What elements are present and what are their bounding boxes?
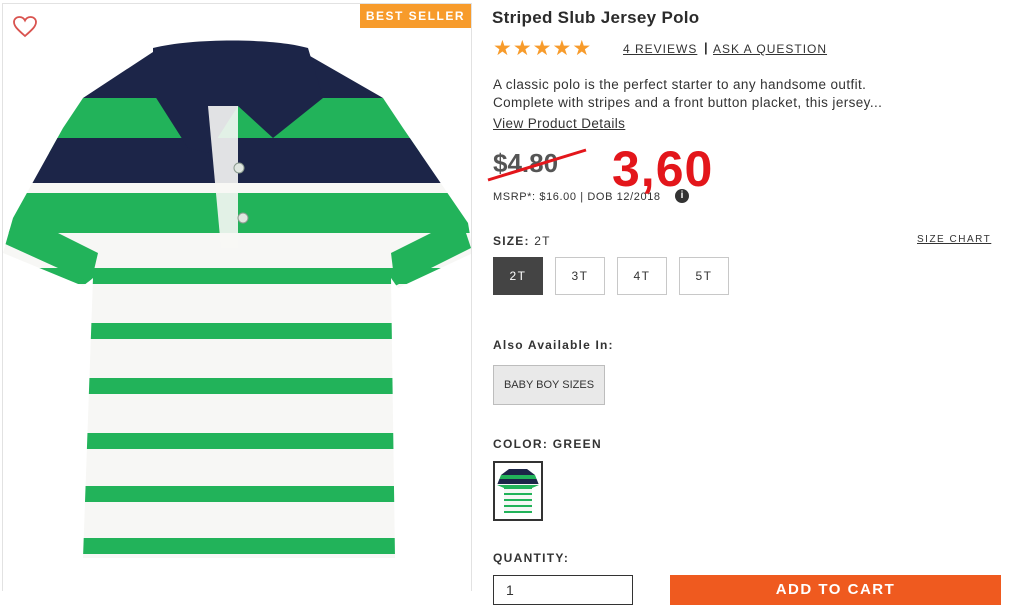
- color-swatch-green[interactable]: [493, 461, 543, 521]
- size-option-4t[interactable]: 4T: [617, 257, 667, 295]
- star-icon: ★: [572, 37, 592, 60]
- product-title: Striped Slub Jersey Polo: [492, 8, 700, 27]
- ask-question-link[interactable]: ASK A QUESTION: [713, 42, 827, 56]
- best-seller-badge: BEST SELLER: [359, 4, 471, 28]
- new-price: 3,60: [612, 141, 714, 197]
- star-icon: ★: [512, 37, 532, 60]
- size-option-2t[interactable]: 2T: [493, 257, 543, 295]
- description-line: A classic polo is the perfect starter to…: [493, 77, 867, 92]
- quantity-label: QUANTITY:: [493, 551, 570, 565]
- heart-icon[interactable]: [13, 16, 37, 38]
- reviews-link[interactable]: 4 REVIEWS: [623, 42, 697, 56]
- view-details-link[interactable]: View Product Details: [493, 116, 625, 131]
- size-option-5t[interactable]: 5T: [679, 257, 729, 295]
- product-image[interactable]: [3, 38, 471, 563]
- size-label-prefix: SIZE:: [493, 234, 530, 248]
- star-icon: ★: [552, 37, 572, 60]
- color-label: COLOR: GREEN: [493, 437, 602, 451]
- also-available-label: Also Available In:: [493, 338, 614, 352]
- star-icon: ★: [532, 37, 552, 60]
- baby-boy-sizes-button[interactable]: BABY BOY SIZES: [493, 365, 605, 405]
- star-icon: ★: [493, 37, 512, 60]
- size-option-3t[interactable]: 3T: [555, 257, 605, 295]
- quantity-select[interactable]: 1: [493, 575, 633, 605]
- separator: |: [704, 40, 708, 55]
- swatch-shirt-icon: [497, 469, 539, 513]
- product-description: A classic polo is the perfect starter to…: [493, 76, 993, 112]
- msrp-text: MSRP*: $16.00 | DOB 12/2018: [493, 191, 661, 203]
- add-to-cart-button[interactable]: ADD TO CART: [670, 575, 1001, 605]
- info-icon[interactable]: i: [675, 189, 689, 203]
- strikethrough-mark: [487, 148, 587, 182]
- size-chart-link[interactable]: SIZE CHART: [917, 234, 991, 245]
- rating-stars[interactable]: ★ ★ ★ ★ ★: [493, 38, 591, 59]
- description-line: Complete with stripes and a front button…: [493, 95, 883, 110]
- product-image-panel: BEST SELLER: [2, 3, 472, 591]
- size-label: SIZE: 2T: [493, 234, 551, 248]
- size-selected-value: 2T: [534, 234, 551, 248]
